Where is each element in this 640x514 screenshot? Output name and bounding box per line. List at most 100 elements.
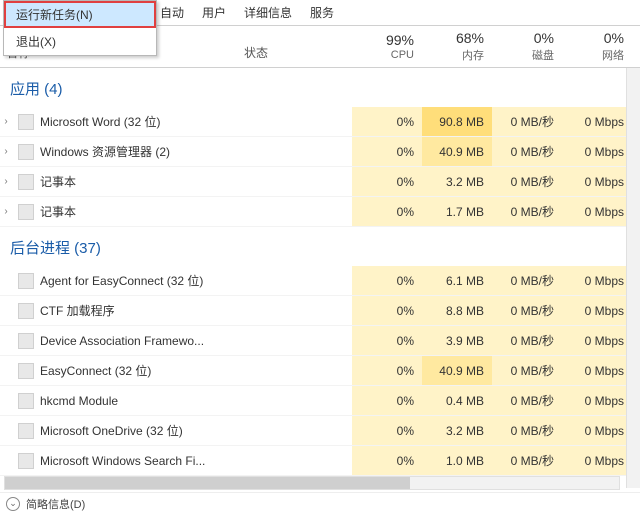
process-name: Microsoft Word (32 位)	[40, 113, 160, 130]
process-list[interactable]: 应用 (4)›Microsoft Word (32 位)0%90.8 MB0 M…	[0, 68, 640, 488]
menu-item[interactable]: 详细信息	[244, 4, 292, 21]
process-row[interactable]: › 记事本 0%1.7 MB0 MB/秒0 Mbps	[0, 197, 640, 227]
cpu-cell: 0%	[352, 167, 422, 196]
network-cell: 0 Mbps	[562, 167, 632, 196]
disk-cell: 0 MB/秒	[492, 296, 562, 325]
process-row[interactable]: EasyConnect (32 位) 0%40.9 MB0 MB/秒0 Mbps	[0, 356, 640, 386]
process-row[interactable]: Device Association Framewo...0%3.9 MB0 M…	[0, 326, 640, 356]
vertical-scrollbar[interactable]	[626, 68, 640, 488]
process-row[interactable]: hkcmd Module 0%0.4 MB0 MB/秒0 Mbps	[0, 386, 640, 416]
group-title: 后台进程 (37)	[0, 227, 640, 266]
process-name: Windows 资源管理器 (2)	[40, 143, 170, 160]
memory-cell: 40.9 MB	[422, 137, 492, 166]
disk-cell: 0 MB/秒	[492, 446, 562, 475]
process-name: 记事本	[40, 203, 76, 220]
footer: ⌄ 简略信息(D)	[0, 492, 640, 514]
network-cell: 0 Mbps	[562, 356, 632, 385]
memory-cell: 8.8 MB	[422, 296, 492, 325]
process-name: EasyConnect (32 位)	[40, 362, 151, 379]
disk-cell: 0 MB/秒	[492, 167, 562, 196]
horizontal-scrollbar[interactable]	[4, 476, 620, 490]
fewer-details-icon[interactable]: ⌄	[6, 497, 20, 511]
process-row[interactable]: Agent for EasyConnect (32 位) 0%6.1 MB0 MB…	[0, 266, 640, 296]
cpu-cell: 0%	[352, 356, 422, 385]
scrollbar-thumb[interactable]	[5, 477, 410, 489]
header-disk[interactable]: 0% 磁盘	[492, 26, 562, 67]
cpu-cell: 0%	[352, 266, 422, 295]
expand-chevron-icon[interactable]: ›	[0, 206, 12, 217]
memory-cell: 6.1 MB	[422, 266, 492, 295]
process-name: Microsoft Windows Search Fi...	[40, 454, 205, 468]
disk-cell: 0 MB/秒	[492, 416, 562, 445]
header-network[interactable]: 0% 网络	[562, 26, 632, 67]
network-cell: 0 Mbps	[562, 296, 632, 325]
network-cell: 0 Mbps	[562, 137, 632, 166]
disk-cell: 0 MB/秒	[492, 137, 562, 166]
disk-label: 磁盘	[492, 47, 554, 63]
menu-item[interactable]: 自动	[160, 4, 184, 21]
memory-cell: 1.7 MB	[422, 197, 492, 226]
process-row[interactable]: Microsoft OneDrive (32 位)0%3.2 MB0 MB/秒0…	[0, 416, 640, 446]
process-row[interactable]: Microsoft Windows Search Fi...0%1.0 MB0 …	[0, 446, 640, 476]
memory-cell: 1.0 MB	[422, 446, 492, 475]
app-icon	[18, 453, 34, 469]
fewer-details-label[interactable]: 简略信息(D)	[26, 496, 85, 512]
cpu-cell: 0%	[352, 197, 422, 226]
network-cell: 0 Mbps	[562, 446, 632, 475]
header-memory[interactable]: 68% 内存	[422, 26, 492, 67]
memory-cell: 3.2 MB	[422, 167, 492, 196]
app-icon	[18, 363, 34, 379]
app-icon	[18, 333, 34, 349]
process-name: Device Association Framewo...	[40, 334, 204, 348]
process-name: Agent for EasyConnect (32 位)	[40, 272, 203, 289]
menu-exit[interactable]: 退出(X)	[4, 28, 156, 55]
disk-cell: 0 MB/秒	[492, 356, 562, 385]
cpu-cell: 0%	[352, 296, 422, 325]
app-icon	[18, 114, 34, 130]
cpu-cell: 0%	[352, 416, 422, 445]
menu-item[interactable]: 服务	[310, 4, 334, 21]
process-row[interactable]: › 记事本 0%3.2 MB0 MB/秒0 Mbps	[0, 167, 640, 197]
disk-cell: 0 MB/秒	[492, 326, 562, 355]
disk-cell: 0 MB/秒	[492, 386, 562, 415]
mem-label: 内存	[422, 47, 484, 63]
network-cell: 0 Mbps	[562, 107, 632, 136]
cpu-pct: 99%	[352, 32, 414, 48]
network-cell: 0 Mbps	[562, 197, 632, 226]
app-icon	[18, 303, 34, 319]
process-row[interactable]: CTF 加载程序0%8.8 MB0 MB/秒0 Mbps	[0, 296, 640, 326]
memory-cell: 40.9 MB	[422, 356, 492, 385]
expand-chevron-icon[interactable]: ›	[0, 116, 12, 127]
expand-chevron-icon[interactable]: ›	[0, 176, 12, 187]
header-cpu[interactable]: 99% CPU	[352, 28, 422, 65]
app-icon	[18, 204, 34, 220]
process-name: hkcmd Module	[40, 394, 118, 408]
memory-cell: 0.4 MB	[422, 386, 492, 415]
cpu-cell: 0%	[352, 446, 422, 475]
process-name: 记事本	[40, 173, 76, 190]
disk-cell: 0 MB/秒	[492, 197, 562, 226]
memory-cell: 3.2 MB	[422, 416, 492, 445]
disk-cell: 0 MB/秒	[492, 266, 562, 295]
group-title: 应用 (4)	[0, 68, 640, 107]
header-status[interactable]: 状态	[244, 44, 352, 67]
process-row[interactable]: › Windows 资源管理器 (2) 0%40.9 MB0 MB/秒0 Mbps	[0, 137, 640, 167]
process-row[interactable]: ›Microsoft Word (32 位)0%90.8 MB0 MB/秒0 M…	[0, 107, 640, 137]
menu-run-new-task[interactable]: 运行新任务(N)	[4, 1, 156, 28]
cpu-cell: 0%	[352, 137, 422, 166]
disk-pct: 0%	[492, 30, 554, 46]
expand-chevron-icon[interactable]: ›	[0, 146, 12, 157]
app-icon	[18, 174, 34, 190]
network-cell: 0 Mbps	[562, 386, 632, 415]
process-name: Microsoft OneDrive (32 位)	[40, 422, 183, 439]
network-cell: 0 Mbps	[562, 266, 632, 295]
cpu-cell: 0%	[352, 326, 422, 355]
cpu-cell: 0%	[352, 107, 422, 136]
network-cell: 0 Mbps	[562, 326, 632, 355]
app-icon	[18, 273, 34, 289]
cpu-cell: 0%	[352, 386, 422, 415]
mem-pct: 68%	[422, 30, 484, 46]
menu-item[interactable]: 用户	[202, 4, 226, 21]
disk-cell: 0 MB/秒	[492, 107, 562, 136]
app-icon	[18, 144, 34, 160]
